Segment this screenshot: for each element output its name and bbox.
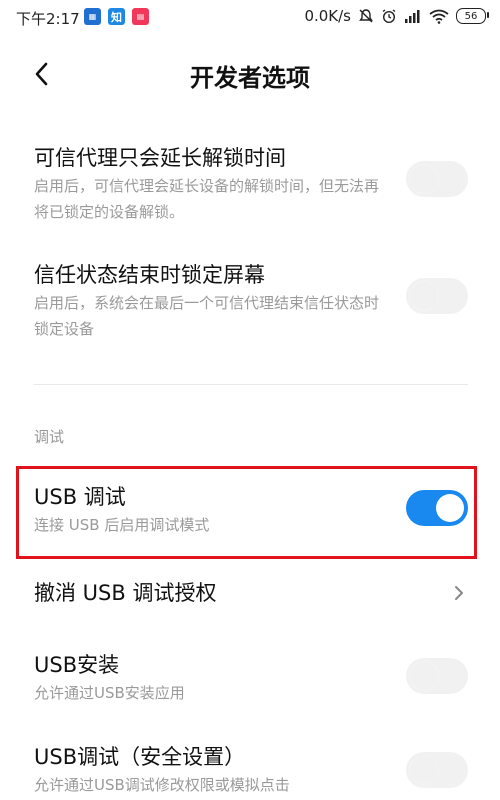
setting-revoke-usb-auth[interactable]: 撤消 USB 调试授权 (34, 578, 468, 608)
setting-description: 允许通过USB安装应用 (34, 684, 185, 702)
lock-on-trust-lost-toggle[interactable] (406, 278, 468, 314)
setting-description: 启用后，可信代理会延长设备的解锁时间，但无法再将已锁定的设备解锁。 (34, 177, 380, 221)
toggle-knob (436, 494, 464, 522)
zhihu-icon: 知 (108, 8, 125, 25)
toggle-knob (410, 282, 438, 310)
setting-title: 可信代理只会延长解锁时间 (34, 146, 286, 170)
wifi-icon (429, 9, 449, 24)
setting-title: 信任状态结束时锁定屏幕 (34, 263, 265, 287)
status-bar: 下午2:17 ▦ 知 ▤ 0.0K/s 56 (0, 0, 500, 34)
status-time: 下午2:17 (16, 10, 80, 28)
setting-description: 连接 USB 后启用调试模式 (34, 516, 210, 534)
toggle-knob (410, 662, 438, 690)
usb-debugging-toggle[interactable] (406, 490, 468, 526)
setting-lock-on-trust-lost[interactable]: 信任状态结束时锁定屏幕 启用后，系统会在最后一个可信代理结束信任状态时锁定设备 (34, 260, 468, 342)
usb-install-toggle[interactable] (406, 658, 468, 694)
section-label-debug: 调试 (34, 428, 65, 446)
setting-description: 启用后，系统会在最后一个可信代理结束信任状态时锁定设备 (34, 294, 380, 338)
setting-title: USB调试（安全设置） (34, 745, 246, 769)
status-indicators: 0.0K/s 56 (304, 7, 489, 25)
app-notification-icon: ▦ (84, 8, 101, 25)
trust-agent-extend-toggle[interactable] (406, 161, 468, 197)
setting-title: 撤消 USB 调试授权 (34, 581, 217, 605)
setting-usb-debugging[interactable]: USB 调试 连接 USB 后启用调试模式 (34, 482, 468, 538)
page-title: 开发者选项 (190, 64, 310, 92)
header: 开发者选项 (0, 44, 500, 104)
network-speed: 0.0K/s (304, 7, 351, 25)
alarm-icon (381, 8, 397, 24)
setting-usb-debug-security[interactable]: USB调试（安全设置） 允许通过USB调试修改权限或模拟点击 (34, 742, 468, 798)
setting-title: USB 调试 (34, 485, 126, 509)
mute-icon (358, 8, 374, 24)
setting-title: USB安装 (34, 653, 120, 677)
usb-debug-security-toggle[interactable] (406, 752, 468, 788)
battery-icon: 56 (456, 8, 489, 24)
signal-icon (404, 9, 422, 23)
app-notification-icon: ▤ (132, 8, 149, 25)
divider (34, 384, 468, 385)
toggle-knob (410, 756, 438, 784)
chevron-right-icon (455, 586, 463, 600)
toggle-knob (410, 165, 438, 193)
setting-trust-agent-extend[interactable]: 可信代理只会延长解锁时间 启用后，可信代理会延长设备的解锁时间，但无法再将已锁定… (34, 143, 468, 225)
setting-usb-install[interactable]: USB安装 允许通过USB安装应用 (34, 650, 468, 706)
setting-description: 允许通过USB调试修改权限或模拟点击 (34, 776, 290, 794)
